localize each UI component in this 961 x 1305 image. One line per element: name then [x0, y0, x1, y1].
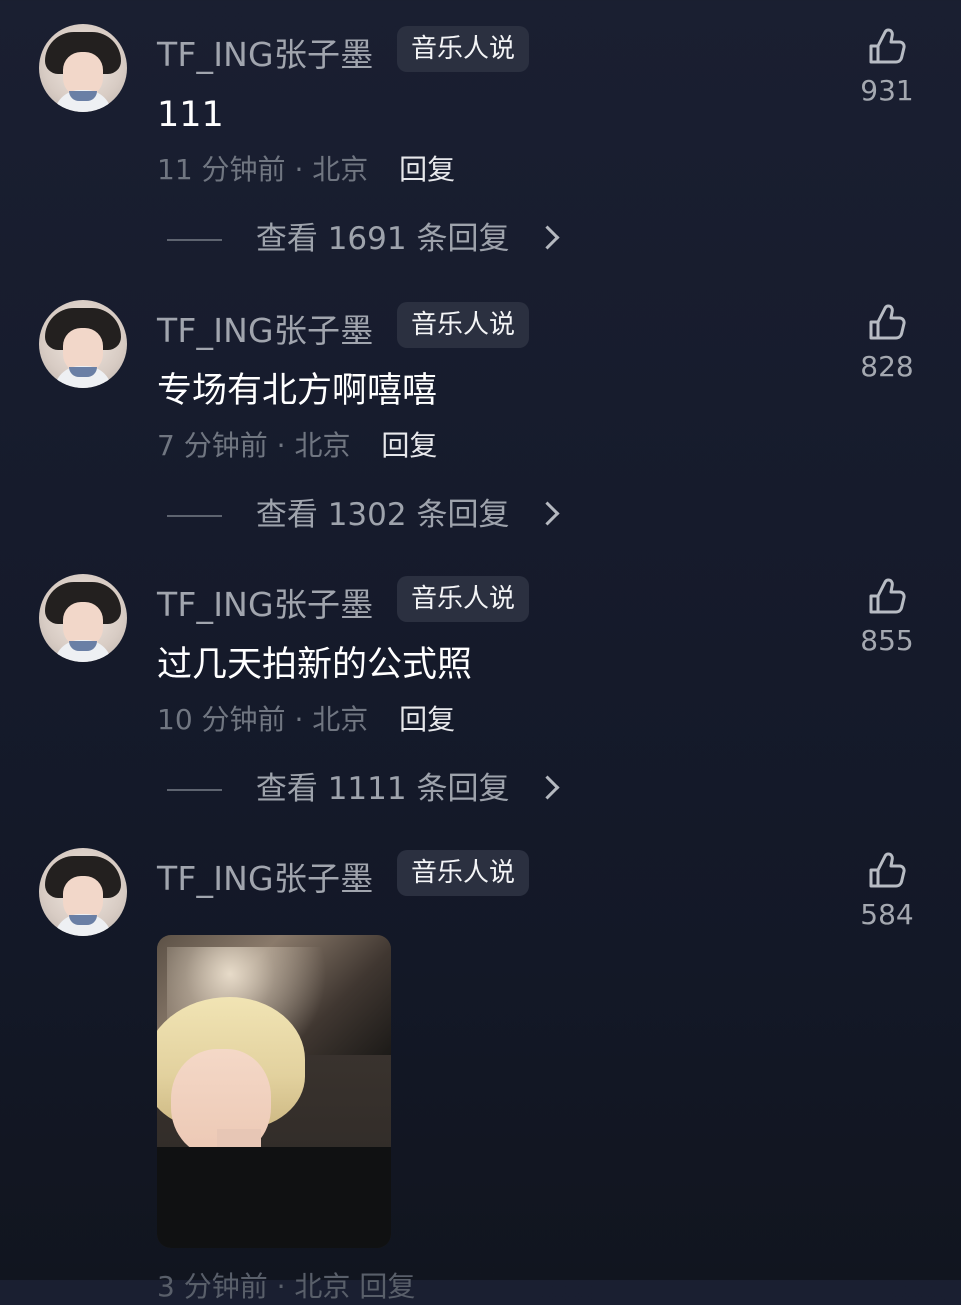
view-replies-button[interactable]: 查看 1302 条回复 — [167, 491, 560, 539]
comment-time: 10 分钟前 — [157, 703, 286, 736]
chevron-right-icon — [535, 775, 560, 800]
avatar[interactable] — [39, 24, 127, 112]
comment-location: 北京 — [312, 153, 369, 186]
view-replies-label: 查看 1691 条回复 — [255, 221, 510, 257]
view-replies-label: 查看 1302 条回复 — [255, 497, 510, 533]
like-button[interactable]: 931 — [850, 28, 924, 108]
chevron-right-icon — [535, 501, 560, 526]
username[interactable]: TF_ING张子墨 — [157, 304, 373, 352]
view-replies-button[interactable]: 查看 1691 条回复 — [167, 215, 560, 263]
avatar[interactable] — [39, 848, 127, 936]
comment-meta-partial: 3 分钟前 · 北京 回复 — [157, 1270, 416, 1303]
comment-meta: 7 分钟前 · 北京 回复 — [157, 426, 437, 466]
view-replies-label: 查看 1111 条回复 — [255, 771, 510, 807]
view-replies-button[interactable]: 查看 1111 条回复 — [167, 765, 560, 813]
like-button[interactable]: 855 — [850, 578, 924, 658]
like-count: 855 — [860, 624, 914, 657]
comment-location: 北京 — [294, 429, 351, 462]
comment-meta: 10 分钟前 · 北京 回复 — [157, 700, 455, 740]
meta-separator: · — [276, 429, 295, 462]
comment-location: 北京 — [312, 703, 369, 736]
meta-separator: · — [294, 703, 313, 736]
thread-line — [167, 238, 222, 241]
photo-body — [157, 1147, 391, 1248]
like-button[interactable]: 828 — [850, 304, 924, 384]
like-count: 931 — [860, 74, 914, 107]
comment-time: 11 分钟前 — [157, 153, 286, 186]
thread-line — [167, 788, 222, 791]
username[interactable]: TF_ING张子墨 — [157, 28, 373, 76]
status-badge: 音乐人说 — [397, 26, 530, 72]
status-badge: 音乐人说 — [397, 850, 530, 896]
chevron-right-icon — [535, 225, 560, 250]
thumbs-up-icon — [869, 304, 906, 340]
reply-button[interactable]: 回复 — [399, 703, 455, 736]
username[interactable]: TF_ING张子墨 — [157, 852, 373, 900]
comment-photo[interactable] — [157, 935, 391, 1248]
status-badge: 音乐人说 — [397, 302, 530, 348]
avatar[interactable] — [39, 574, 127, 662]
comment-meta: 11 分钟前 · 北京 回复 — [157, 150, 455, 190]
reply-button[interactable]: 回复 — [399, 153, 455, 186]
thread-line — [167, 514, 222, 517]
comment-text: 专场有北方啊嘻嘻 — [157, 371, 438, 411]
thumbs-up-icon — [869, 28, 906, 64]
reply-button[interactable]: 回复 — [381, 429, 437, 462]
thumbs-up-icon — [869, 578, 906, 614]
comment-time: 7 分钟前 — [157, 429, 268, 462]
username[interactable]: TF_ING张子墨 — [157, 578, 373, 626]
like-count: 828 — [860, 350, 914, 383]
comment-text: 过几天拍新的公式照 — [157, 645, 473, 685]
thumbs-up-icon — [869, 852, 906, 888]
comment-text: 111 — [157, 95, 224, 135]
like-count: 584 — [860, 898, 914, 931]
like-button[interactable]: 584 — [850, 852, 924, 932]
status-badge: 音乐人说 — [397, 576, 530, 622]
avatar[interactable] — [39, 300, 127, 388]
meta-separator: · — [294, 153, 313, 186]
